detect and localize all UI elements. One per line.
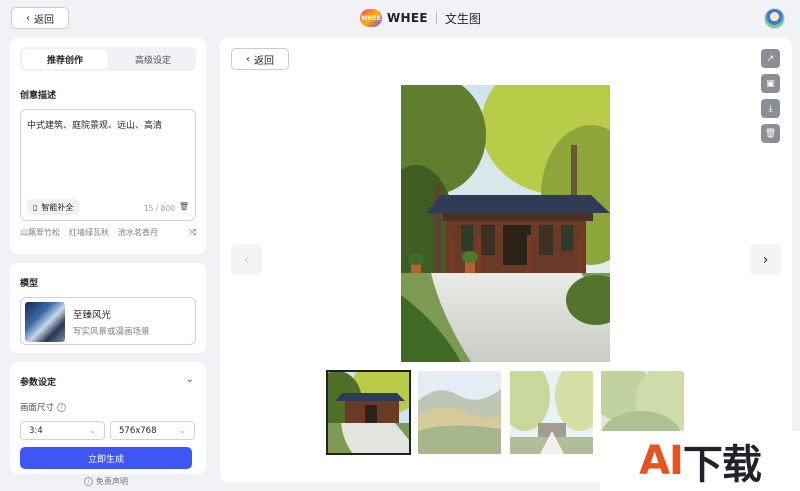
result-back-label: 返回 — [254, 55, 274, 67]
thumbnail-2[interactable] — [418, 371, 501, 454]
back-button[interactable]: ‹ 返回 — [11, 7, 69, 29]
tab-recommended[interactable]: 推荐创作 — [22, 49, 108, 69]
thumbnail-3[interactable] — [510, 371, 593, 454]
thumbnail-art — [510, 371, 593, 454]
prompt-section-title: 创意描述 — [20, 91, 57, 101]
brand-name: WHEE — [387, 11, 428, 25]
params-section-title: 参数设定 — [20, 378, 57, 388]
page-title: 文生图 — [444, 11, 481, 26]
prompt-textarea[interactable]: 中式建筑、庭院景观、远山、高清 ▯ 智能补全 15 / 800 🗑 — [20, 109, 196, 221]
top-bar: ‹ 返回 WHEE WHEE 文生图 — [0, 0, 800, 36]
prompt-suggestions: 山籟翠竹松 红墙绿瓦秋 池水茗香月 ⤨ — [20, 227, 196, 238]
model-card: 模型 至臻风光 写实风景或漫画场景 — [10, 263, 206, 353]
whee-logo-icon: WHEE — [360, 9, 382, 27]
size-label: 画面尺寸 — [20, 403, 55, 413]
result-back-button[interactable]: ‹ 返回 — [231, 48, 289, 70]
resolution-value: 576x768 — [119, 425, 157, 436]
model-section-title: 模型 — [20, 279, 39, 289]
brand-divider — [435, 12, 437, 24]
thumbnail-art — [418, 371, 501, 454]
model-name: 至臻风光 — [73, 310, 112, 321]
chevron-down-icon: ⌄ — [89, 426, 96, 435]
ratio-value: 3:4 — [29, 425, 43, 436]
char-counter: 15 / 800 — [143, 204, 175, 213]
watermark-logo: AI 下载 — [600, 431, 800, 491]
chevron-left-icon: ‹ — [246, 53, 250, 65]
mode-tabs: 推荐创作 高级设定 — [20, 47, 196, 71]
clear-prompt-icon[interactable]: 🗑 — [179, 202, 189, 211]
thumbnail-art — [327, 371, 410, 454]
model-description: 写实风景或漫画场景 — [73, 327, 150, 337]
download-icon[interactable]: ⤓ — [761, 99, 780, 118]
brand[interactable]: WHEE WHEE 文生图 — [360, 8, 481, 28]
help-icon[interactable]: ? — [57, 403, 67, 412]
generate-button[interactable]: 立即生成 — [20, 447, 192, 469]
prompt-card: 推荐创作 高级设定 创意描述 中式建筑、庭院景观、远山、高清 ▯ 智能补全 15… — [10, 38, 206, 254]
image-compare-icon[interactable]: ▣ — [761, 74, 780, 93]
smart-complete-label: 智能补全 — [41, 202, 74, 212]
disclaimer-label: 免责声明 — [96, 477, 128, 486]
chevron-down-icon: ⌄ — [179, 426, 186, 435]
trash-icon[interactable]: 🗑 — [761, 124, 780, 143]
tab-advanced[interactable]: 高级设定 — [110, 47, 196, 71]
suggestion-chip[interactable]: 山籟翠竹松 — [20, 227, 60, 238]
result-panel: ‹ 返回 ↗ ▣ ⤓ 🗑 ‹ › — [220, 38, 792, 482]
prompt-value: 中式建筑、庭院景观、远山、高清 — [27, 121, 163, 131]
generated-image-art — [401, 85, 610, 362]
suggestion-chip[interactable]: 红墙绿瓦秋 — [69, 227, 109, 238]
back-button-label: 返回 — [34, 14, 54, 26]
ratio-select[interactable]: 3:4 ⌄ — [20, 421, 105, 440]
shuffle-icon[interactable]: ⤨ — [189, 228, 196, 238]
avatar[interactable] — [764, 8, 785, 29]
resolution-select[interactable]: 576x768 ⌄ — [110, 421, 195, 440]
smart-complete-button[interactable]: ▯ 智能补全 — [27, 199, 80, 215]
model-thumbnail — [25, 302, 65, 342]
size-label-row: 画面尺寸? — [20, 401, 67, 413]
info-icon: i — [84, 477, 93, 486]
document-icon: ▯ — [33, 202, 38, 212]
suggestion-chip[interactable]: 池水茗香月 — [118, 227, 158, 238]
external-link-icon[interactable]: ↗ — [761, 49, 780, 68]
previous-image-button[interactable]: ‹ — [231, 244, 262, 275]
model-selector[interactable]: 至臻风光 写实风景或漫画场景 — [20, 297, 196, 345]
disclaimer-link[interactable]: i 免责声明 — [84, 476, 128, 487]
generated-image[interactable] — [401, 85, 610, 362]
chevron-left-icon: ‹ — [26, 12, 30, 24]
thumbnail-1[interactable] — [326, 370, 411, 455]
next-image-button[interactable]: › — [750, 244, 781, 275]
chevron-down-icon[interactable]: ⌄ — [186, 374, 194, 385]
